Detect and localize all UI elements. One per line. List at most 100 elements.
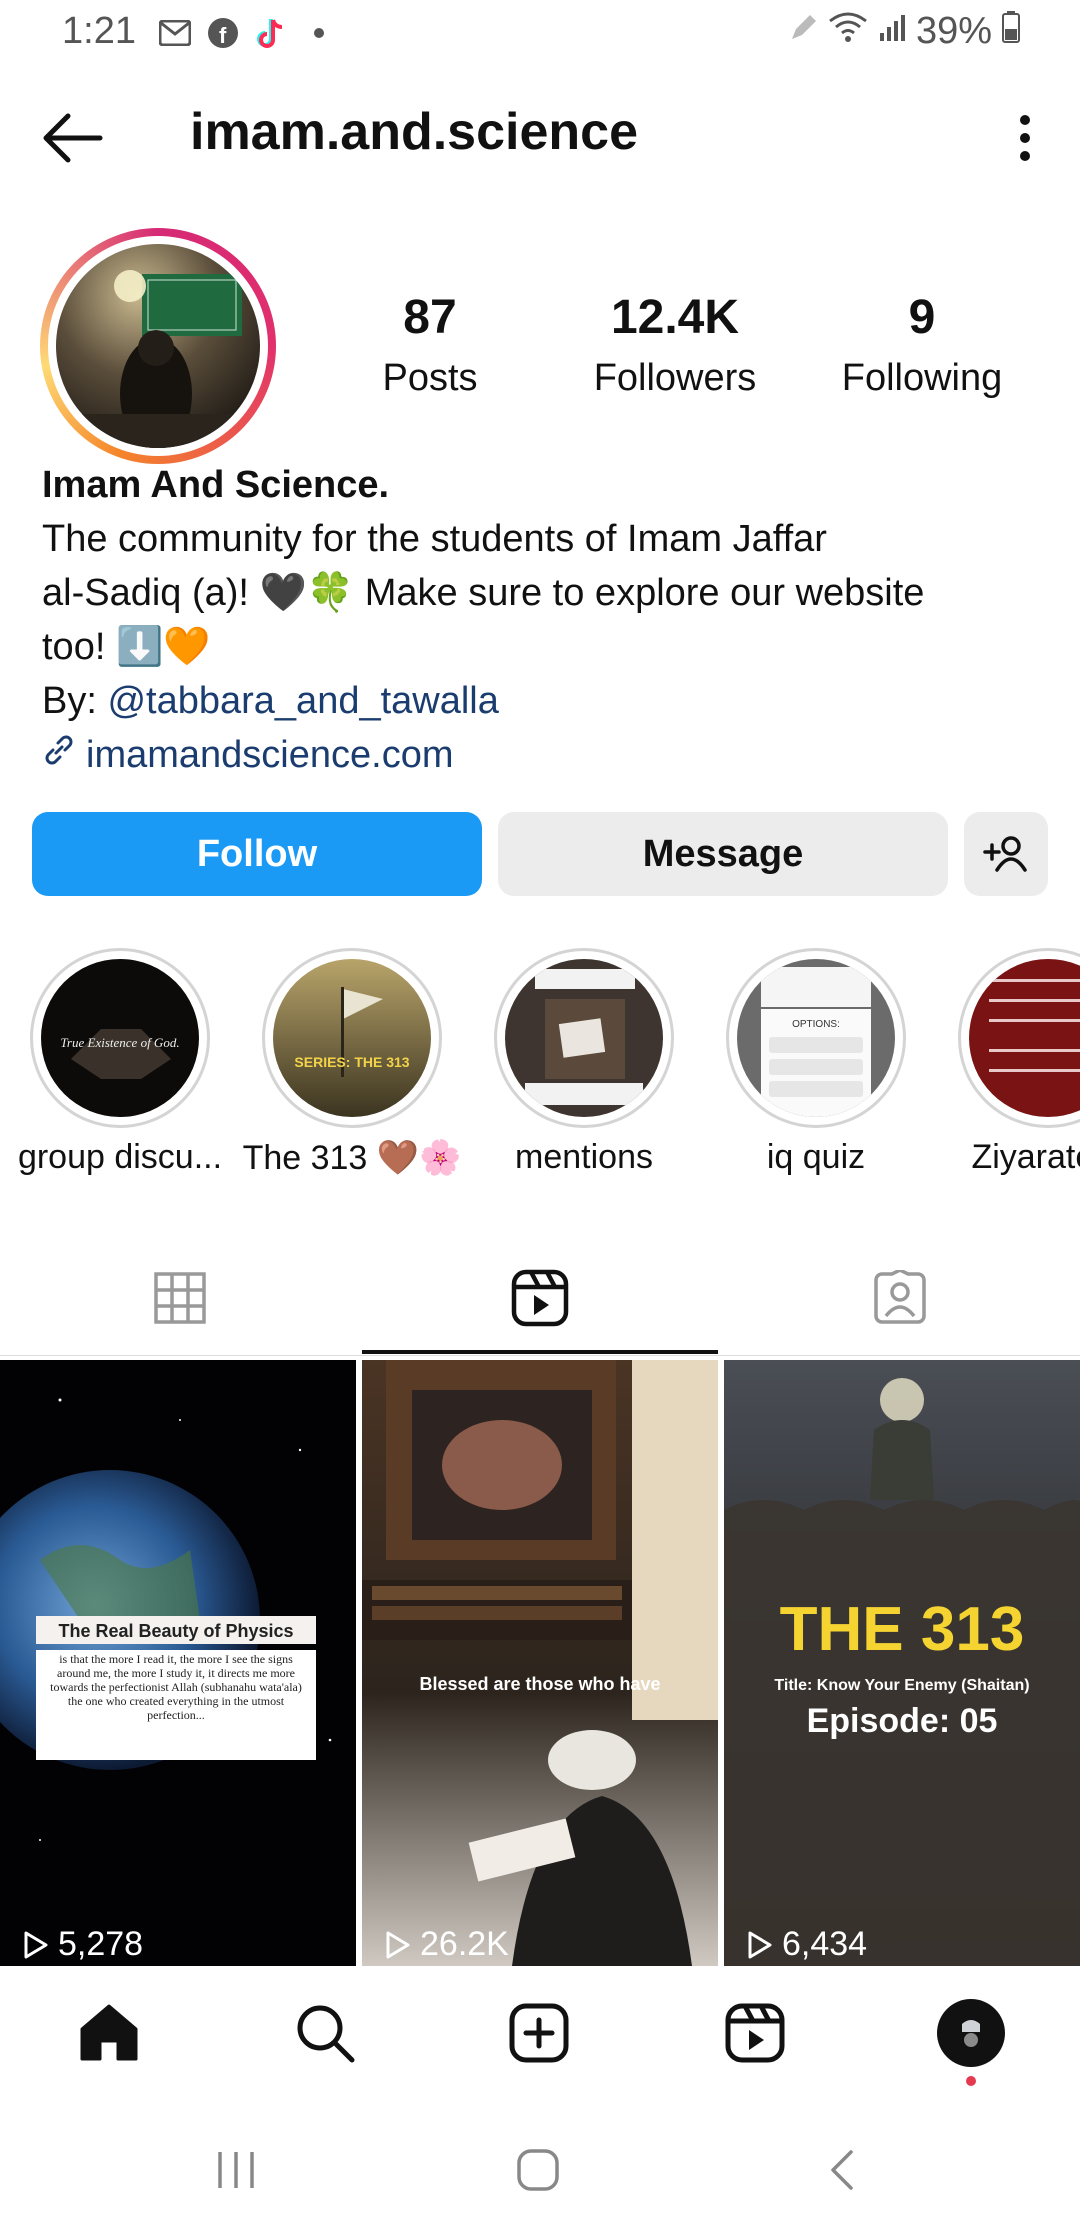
highlight-label: mentions — [515, 1138, 653, 1176]
signal-icon — [878, 10, 906, 53]
bottom-navigation — [0, 1968, 1080, 2098]
link-icon — [42, 728, 76, 782]
highlight-cover — [969, 959, 1080, 1117]
mail-icon — [158, 16, 192, 50]
avatar-image — [56, 244, 260, 448]
back-button[interactable] — [40, 108, 106, 168]
mention-link[interactable]: @tabbara_and_tawalla — [107, 680, 498, 722]
nav-search[interactable] — [290, 1998, 360, 2068]
nav-profile[interactable] — [936, 1998, 1006, 2068]
reel-views: 26.2K — [384, 1925, 509, 1964]
highlight-cover: True Existence of God. — [41, 959, 199, 1117]
highlight-item[interactable]: SERIES: THE 313 The 313 🤎🌸 — [242, 948, 462, 1178]
followers-count: 12.4K — [610, 291, 740, 344]
highlight-label: The 313 🤎🌸 — [242, 1139, 462, 1177]
reel-thumbnail[interactable]: The Real Beauty of Physics is that the m… — [0, 1360, 356, 1966]
reel-thumbnail[interactable]: THE 313 Title: Know Your Enemy (Shaitan)… — [724, 1360, 1080, 1966]
by-prefix: By: — [42, 680, 108, 722]
play-icon — [24, 1931, 48, 1958]
reels-icon — [511, 1269, 569, 1327]
svg-text:f: f — [219, 23, 227, 48]
svg-text:True Existence of God.: True Existence of God. — [60, 1035, 179, 1050]
wifi-icon — [828, 10, 868, 53]
highlight-label: Ziyarate A — [971, 1138, 1080, 1176]
bio-line-3: too! ⬇️🧡 — [42, 626, 211, 668]
nav-home[interactable] — [74, 1998, 144, 2068]
svg-text:SERIES: THE 313: SERIES: THE 313 — [294, 1054, 409, 1070]
chevron-left-icon — [831, 2150, 853, 2190]
svg-text:Episode: 05: Episode: 05 — [807, 1702, 998, 1740]
play-icon — [386, 1931, 410, 1958]
status-time: 1:21 — [62, 10, 136, 52]
tab-reels[interactable] — [360, 1240, 720, 1356]
svg-text:Title: Know Your Enemy (Shaita: Title: Know Your Enemy (Shaitan) — [774, 1677, 1029, 1694]
follow-button[interactable]: Follow — [32, 812, 482, 896]
reel-caption-body: is that the more I read it, the more I s… — [50, 1652, 302, 1722]
pen-icon — [788, 10, 818, 53]
reel-thumbnail[interactable]: Blessed are those who have 26.2K — [362, 1360, 718, 1966]
svg-text:The Real Beauty of Physics: The Real Beauty of Physics — [58, 1621, 293, 1641]
website-link[interactable]: imamandscience.com — [86, 728, 453, 782]
profile-bio: Imam And Science. The community for the … — [42, 458, 1042, 782]
bio-line-2: al-Sadiq (a)! 🖤🍀 Make sure to explore ou… — [42, 572, 925, 614]
reels-nav-icon — [725, 2003, 785, 2063]
kebab-menu-icon — [1020, 115, 1030, 161]
reel-view-count: 6,434 — [782, 1925, 868, 1963]
recent-apps-button[interactable] — [206, 2140, 266, 2200]
search-icon — [297, 2005, 355, 2063]
reel-view-count: 5,278 — [58, 1925, 144, 1963]
highlight-item[interactable]: True Existence of God. group discu... — [10, 948, 230, 1177]
message-button[interactable]: Message — [498, 812, 948, 896]
home-icon — [80, 2004, 138, 2061]
highlight-label: iq quiz — [766, 1138, 866, 1176]
suggested-accounts-button[interactable] — [964, 812, 1048, 896]
nav-create[interactable] — [504, 1998, 574, 2068]
facebook-icon: f — [206, 16, 240, 50]
profile-username: imam.and.science — [190, 103, 638, 161]
posts-count: 87 — [403, 291, 457, 344]
stat-followers[interactable]: 12.4K Followers — [580, 290, 770, 406]
stat-following[interactable]: 9 Following — [830, 290, 1014, 406]
back-system-button[interactable] — [812, 2140, 872, 2200]
nav-reels[interactable] — [720, 1998, 790, 2068]
highlight-item[interactable]: OPTIONS: iq quiz — [706, 948, 926, 1177]
profile-display-name: Imam And Science. — [42, 464, 390, 506]
more-notifications-dot-icon — [302, 16, 336, 50]
battery-icon — [1002, 10, 1020, 53]
tagged-person-icon — [874, 1270, 926, 1324]
reel-views: 6,434 — [746, 1925, 867, 1964]
svg-text:OPTIONS:: OPTIONS: — [792, 1019, 840, 1030]
notification-dot — [966, 2076, 976, 2086]
add-post-icon — [509, 2003, 569, 2063]
profile-header: imam.and.science — [0, 90, 1080, 186]
battery-text: 39% — [915, 10, 992, 52]
recent-apps-icon — [218, 2152, 254, 2188]
back-arrow-icon — [43, 113, 103, 163]
following-label: Following — [841, 357, 1003, 399]
tab-tagged[interactable] — [720, 1240, 1080, 1356]
add-person-icon — [983, 836, 1027, 872]
bio-by-line: By: @tabbara_and_tawalla — [42, 674, 1042, 728]
home-system-button[interactable] — [508, 2140, 568, 2200]
website-row[interactable]: imamandscience.com — [42, 728, 1042, 782]
story-highlights: True Existence of God. group discu... SE… — [0, 948, 1080, 1188]
highlight-label: group discu... — [17, 1138, 223, 1176]
highlight-item[interactable]: mentions — [474, 948, 694, 1177]
stat-posts[interactable]: 87 Posts — [350, 290, 510, 406]
play-icon — [748, 1931, 772, 1958]
bio-line-1: The community for the students of Imam J… — [42, 518, 827, 560]
tab-grid-posts[interactable] — [0, 1240, 360, 1356]
followers-label: Followers — [593, 357, 757, 399]
notification-icons: f — [158, 16, 336, 50]
highlight-item[interactable]: Ziyarate A — [938, 948, 1080, 1177]
options-menu-button[interactable] — [1010, 108, 1040, 168]
status-right: 39% — [788, 10, 1020, 53]
tiktok-icon — [254, 16, 288, 50]
following-count: 9 — [908, 291, 936, 344]
posts-label: Posts — [382, 357, 478, 399]
reel-views: 5,278 — [22, 1925, 143, 1964]
active-tab-indicator — [362, 1350, 718, 1354]
profile-avatar-icon — [937, 1999, 1005, 2067]
profile-avatar[interactable] — [40, 228, 276, 464]
grid-icon — [154, 1272, 206, 1324]
